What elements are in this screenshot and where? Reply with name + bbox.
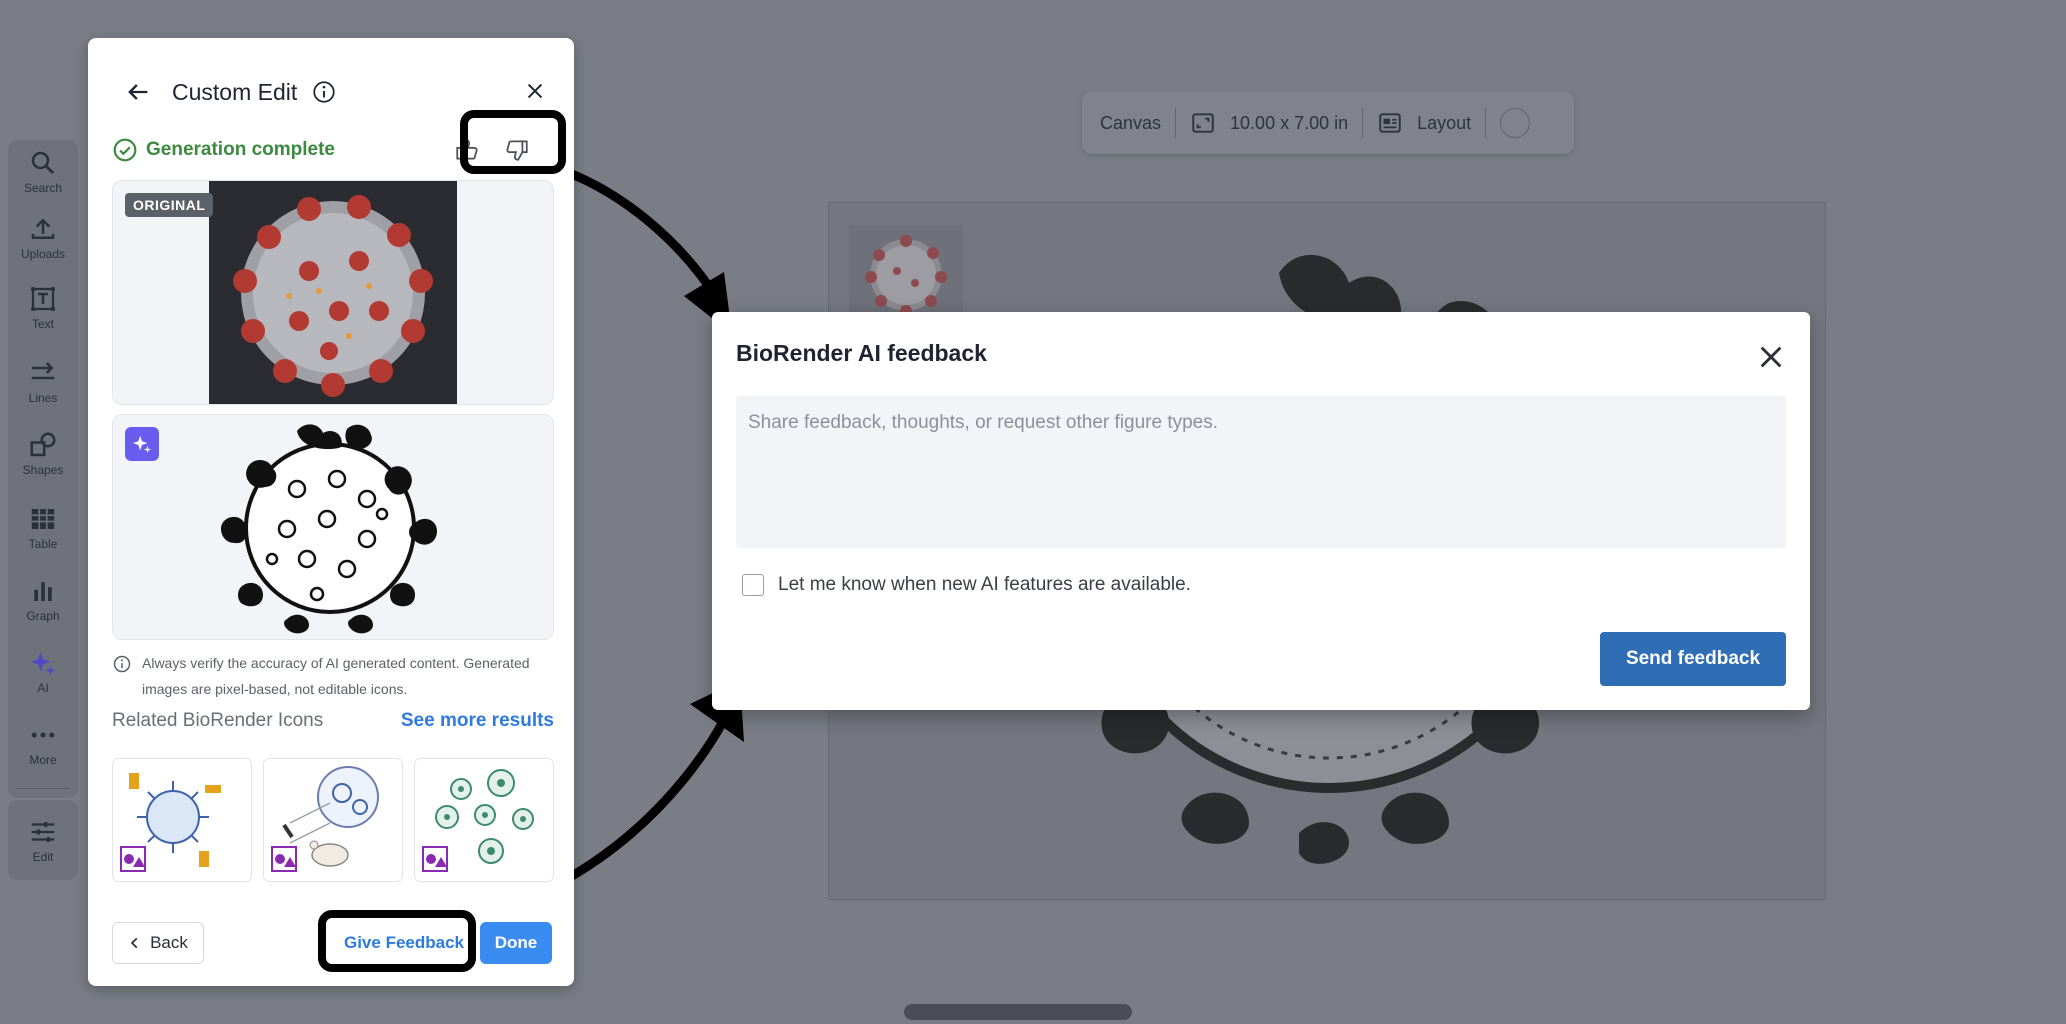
- toolbar-label: Table: [28, 536, 58, 551]
- more-icon: [31, 732, 55, 737]
- send-feedback-button[interactable]: Send feedback: [1600, 632, 1786, 686]
- canvas-original-image[interactable]: [849, 225, 963, 321]
- toolbar-table[interactable]: Table: [8, 496, 78, 558]
- panel-title: Custom Edit: [172, 78, 298, 105]
- sparkle-icon: [132, 435, 152, 454]
- lines-icon: [31, 361, 55, 379]
- toolbar-graph[interactable]: Graph: [8, 568, 78, 630]
- divider: [1175, 108, 1177, 138]
- shapes-icon: [30, 432, 56, 456]
- highlight-outline: [318, 910, 476, 972]
- generated-virus-image: [221, 424, 437, 634]
- toolbar-text[interactable]: Text: [8, 276, 78, 338]
- search-icon: [31, 151, 54, 174]
- ai-disclaimer: Always verify the accuracy of AI generat…: [112, 650, 552, 702]
- close-icon: [527, 83, 543, 99]
- ai-badge: [125, 427, 159, 461]
- original-badge: ORIGINAL: [125, 193, 214, 217]
- related-icons-header: Related BioRender Icons See more results: [112, 710, 554, 732]
- table-icon: [31, 508, 55, 529]
- toolbar-label: AI: [37, 680, 49, 695]
- original-image-card[interactable]: ORIGINAL: [112, 180, 554, 405]
- checkbox-label: Let me know when new AI features are ava…: [778, 574, 1191, 595]
- feedback-textarea[interactable]: [736, 396, 1786, 548]
- toolbar-uploads[interactable]: Uploads: [8, 206, 78, 268]
- resize-icon[interactable]: [1190, 110, 1216, 136]
- toolbar-label: Search: [23, 180, 63, 195]
- canvas-size[interactable]: 10.00 x 7.00 in: [1230, 113, 1348, 134]
- graph-icon: [34, 581, 52, 601]
- divider: [1485, 108, 1487, 138]
- modal-close-button[interactable]: [1754, 340, 1788, 374]
- toolbar-divider: [16, 788, 70, 789]
- related-icon-tile[interactable]: [414, 758, 554, 882]
- divider: [1362, 108, 1364, 138]
- toolbar-label: Edit: [32, 849, 54, 864]
- back-label: Back: [150, 933, 188, 952]
- text-icon: [31, 286, 55, 311]
- sliders-icon: [31, 821, 55, 842]
- modal-title: BioRender AI feedback: [736, 340, 987, 366]
- back-button[interactable]: Back: [112, 922, 204, 964]
- feedback-modal: BioRender AI feedback Let me know when n…: [712, 312, 1810, 710]
- close-icon: [1760, 346, 1782, 368]
- toolbar-search[interactable]: Search: [8, 140, 78, 202]
- upload-icon: [31, 217, 55, 239]
- canvas-button[interactable]: Canvas: [1100, 113, 1161, 134]
- layout-icon[interactable]: [1377, 110, 1403, 136]
- info-icon[interactable]: [311, 79, 337, 105]
- canvas-toolbar: Canvas 10.00 x 7.00 in Layout: [1082, 92, 1574, 154]
- close-button[interactable]: [520, 76, 550, 106]
- color-swatch[interactable]: [1500, 108, 1531, 138]
- original-virus-image: [209, 181, 457, 404]
- toolbar-shapes[interactable]: Shapes: [8, 422, 78, 484]
- custom-edit-panel: Custom Edit Generation complete ORIGINAL…: [88, 38, 574, 986]
- notify-checkbox-row[interactable]: Let me know when new AI features are ava…: [742, 574, 1191, 596]
- chevron-left-icon: [130, 937, 138, 949]
- toolbar-lines[interactable]: Lines: [8, 350, 78, 412]
- toolbar-edit[interactable]: Edit: [8, 800, 78, 880]
- toolbar-label: Graph: [26, 608, 60, 623]
- toolbar-label: More: [29, 752, 57, 767]
- sparkle-icon: [30, 651, 56, 675]
- highlight-outline: [460, 110, 566, 174]
- left-toolbar: Search Uploads Text Lines Shapes Table G…: [8, 140, 78, 798]
- home-indicator: [904, 1004, 1132, 1020]
- notify-checkbox[interactable]: [742, 574, 764, 596]
- layout-button[interactable]: Layout: [1417, 113, 1471, 134]
- status-text: Generation complete: [146, 139, 335, 160]
- back-arrow-icon[interactable]: [124, 78, 152, 106]
- disclaimer-text: Always verify the accuracy of AI generat…: [142, 655, 530, 697]
- related-title: Related BioRender Icons: [112, 710, 324, 731]
- toolbar-label: Text: [31, 316, 54, 331]
- check-circle-icon: [113, 138, 137, 162]
- toolbar-label: Shapes: [22, 462, 64, 477]
- related-icon-tile[interactable]: [263, 758, 403, 882]
- done-button[interactable]: Done: [480, 922, 552, 964]
- related-icon-tile[interactable]: [112, 758, 252, 882]
- see-more-link[interactable]: See more results: [401, 710, 554, 732]
- toolbar-more[interactable]: More: [8, 712, 78, 774]
- related-icons-grid: [112, 758, 554, 882]
- info-icon: [113, 655, 131, 673]
- toolbar-label: Uploads: [20, 246, 66, 261]
- toolbar-ai[interactable]: AI: [8, 640, 78, 702]
- generated-image-card[interactable]: [112, 414, 554, 640]
- toolbar-label: Lines: [28, 390, 58, 405]
- panel-header: Custom Edit: [124, 72, 550, 112]
